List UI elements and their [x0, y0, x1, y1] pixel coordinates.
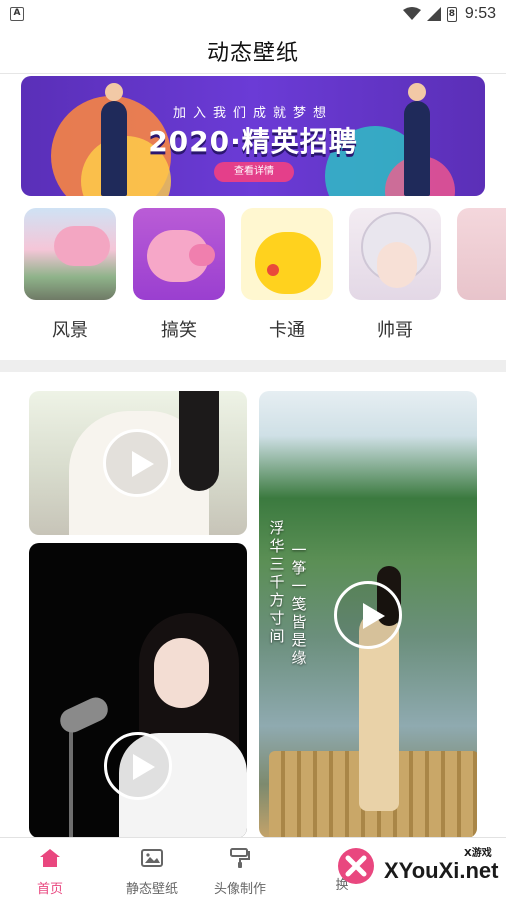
status-bar: A 8 9:53: [0, 0, 506, 28]
video-thumbnail-figure: [179, 391, 219, 491]
nav-item-home[interactable]: 首页: [0, 846, 100, 897]
handsome-guy-thumbnail: [349, 208, 441, 300]
microphone-icon: [56, 693, 112, 737]
title-bar: 动态壁纸: [0, 28, 506, 74]
category-item-handsome[interactable]: 帅哥: [349, 208, 441, 342]
signal-icon: [426, 7, 441, 21]
play-icon[interactable]: [103, 429, 171, 497]
poem-line-2: 一筝一笺皆是缘: [291, 541, 307, 667]
page-title: 动态壁纸: [206, 40, 299, 66]
status-icons: 8 9:53: [402, 5, 496, 23]
play-icon[interactable]: [104, 732, 172, 800]
cartoon-pikachu-thumbnail: [241, 208, 333, 300]
nav-item-avatar-maker[interactable]: 头像制作: [190, 846, 290, 897]
category-item-more[interactable]: [457, 208, 506, 300]
category-item-cartoon[interactable]: 卡通: [241, 208, 333, 342]
poem-line-1: 浮华三千方寸间: [269, 519, 285, 645]
category-row: 风景 搞笑 卡通 帅哥: [0, 208, 506, 353]
banner-headline: 2020·精英招聘: [148, 125, 358, 158]
category-label: 帅哥: [377, 320, 413, 341]
battery-icon: 8: [446, 6, 457, 22]
play-icon[interactable]: [334, 581, 402, 649]
nav-label: 首页: [36, 882, 63, 897]
microphone-stand: [69, 723, 73, 838]
banner-details-button[interactable]: 查看详情: [214, 162, 294, 182]
category-label: 卡通: [269, 320, 305, 341]
nav-label: 静态壁纸: [125, 882, 178, 897]
home-icon: [40, 849, 60, 867]
status-time: 9:53: [464, 5, 496, 22]
wifi-icon: [402, 7, 421, 20]
video-card[interactable]: [29, 543, 247, 838]
watermark-brand: XYouXi.net: [384, 858, 499, 883]
scenery-thumbnail: [24, 208, 116, 300]
category-label: 搞笑: [161, 320, 197, 341]
more-category-thumbnail: [457, 208, 506, 300]
banner-subtitle: 加入我们成就梦想: [172, 106, 333, 121]
category-label: 风景: [52, 320, 88, 341]
nav-item-static-wallpaper[interactable]: 静态壁纸: [102, 846, 202, 897]
video-thumbnail-figure: [154, 638, 209, 708]
nav-label: 头像制作: [213, 882, 266, 897]
video-card[interactable]: 浮华三千方寸间 一筝一笺皆是缘: [259, 391, 477, 838]
category-item-scenery[interactable]: 风景: [24, 208, 116, 342]
app-notification-icon: A: [10, 7, 24, 21]
recruit-banner[interactable]: 加入我们成就梦想 2020·精英招聘 查看详情: [21, 76, 485, 196]
section-divider: [0, 360, 506, 372]
funny-pig-thumbnail: [133, 208, 225, 300]
site-watermark: XYouXi.net X游戏: [336, 842, 506, 892]
image-icon: [141, 849, 163, 867]
paint-roller-icon: [230, 848, 250, 868]
watermark-tag: X游戏: [464, 848, 492, 859]
video-card[interactable]: [29, 391, 247, 535]
watermark-logo-icon: [338, 848, 374, 884]
category-item-funny[interactable]: 搞笑: [133, 208, 225, 342]
